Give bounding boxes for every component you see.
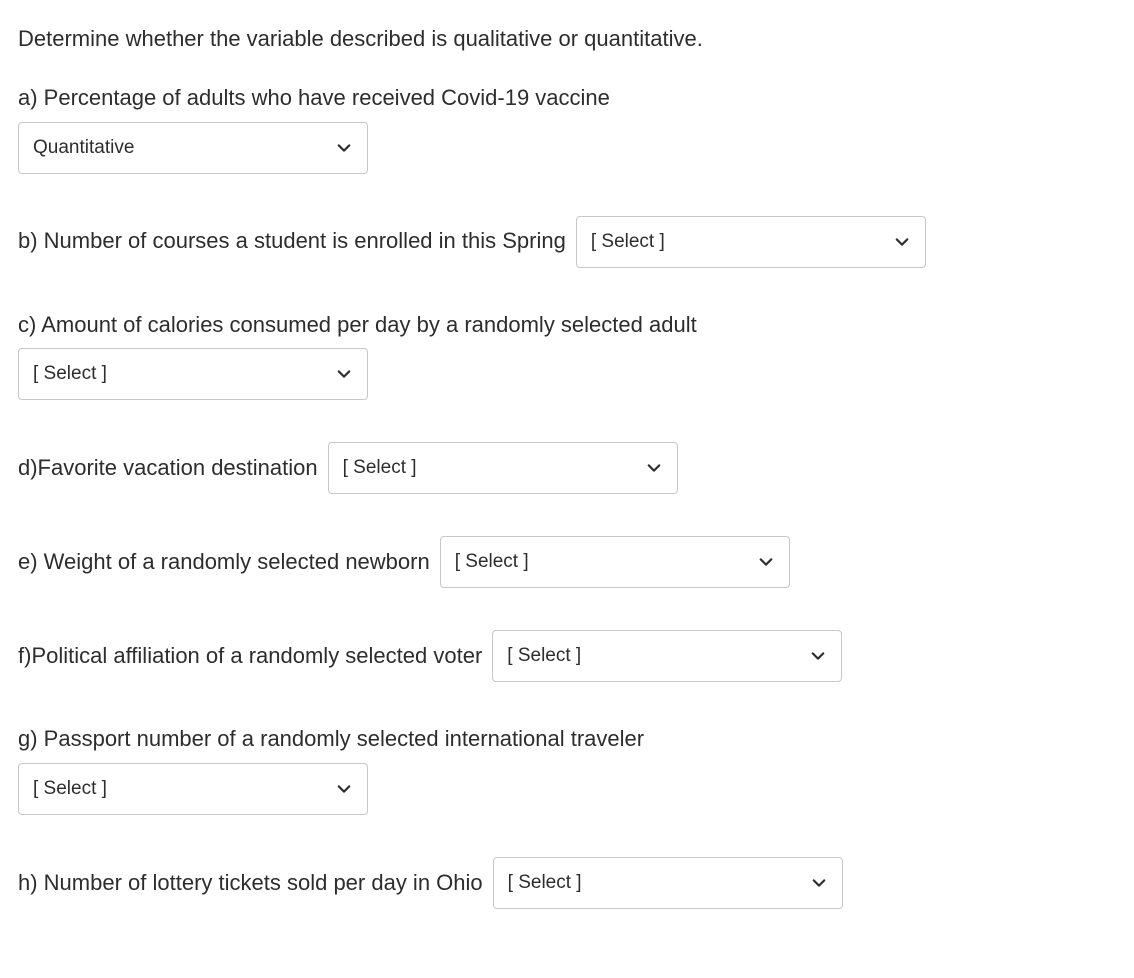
question-item-c: c) Amount of calories consumed per day b…	[18, 310, 1116, 401]
question-item-f: f)Political affiliation of a randomly se…	[18, 630, 1116, 682]
question-text-d: d)Favorite vacation destination	[18, 453, 318, 484]
chevron-down-icon	[647, 461, 661, 475]
question-container: Determine whether the variable described…	[18, 24, 1116, 909]
chevron-down-icon	[895, 235, 909, 249]
select-c[interactable]: [ Select ]	[18, 348, 368, 400]
select-value-a: Quantitative	[33, 137, 134, 159]
chevron-down-icon	[759, 555, 773, 569]
chevron-down-icon	[337, 141, 351, 155]
question-prompt: Determine whether the variable described…	[18, 24, 1116, 55]
select-value-c: [ Select ]	[33, 363, 107, 385]
question-text-h: h) Number of lottery tickets sold per da…	[18, 868, 483, 899]
chevron-down-icon	[337, 367, 351, 381]
question-text-g: g) Passport number of a randomly selecte…	[18, 724, 1116, 755]
select-value-g: [ Select ]	[33, 778, 107, 800]
question-item-h: h) Number of lottery tickets sold per da…	[18, 857, 1116, 909]
question-item-b: b) Number of courses a student is enroll…	[18, 216, 1116, 268]
question-text-f: f)Political affiliation of a randomly se…	[18, 641, 482, 672]
question-text-c: c) Amount of calories consumed per day b…	[18, 310, 1116, 341]
select-value-e: [ Select ]	[455, 551, 529, 573]
question-item-g: g) Passport number of a randomly selecte…	[18, 724, 1116, 815]
question-text-e: e) Weight of a randomly selected newborn	[18, 547, 430, 578]
select-h[interactable]: [ Select ]	[493, 857, 843, 909]
chevron-down-icon	[337, 782, 351, 796]
question-item-d: d)Favorite vacation destination [ Select…	[18, 442, 1116, 494]
select-a[interactable]: Quantitative	[18, 122, 368, 174]
chevron-down-icon	[812, 876, 826, 890]
select-f[interactable]: [ Select ]	[492, 630, 842, 682]
question-item-a: a) Percentage of adults who have receive…	[18, 83, 1116, 174]
question-text-a: a) Percentage of adults who have receive…	[18, 83, 1116, 114]
select-value-b: [ Select ]	[591, 231, 665, 253]
select-e[interactable]: [ Select ]	[440, 536, 790, 588]
select-value-h: [ Select ]	[508, 872, 582, 894]
select-value-d: [ Select ]	[343, 457, 417, 479]
select-b[interactable]: [ Select ]	[576, 216, 926, 268]
select-g[interactable]: [ Select ]	[18, 763, 368, 815]
chevron-down-icon	[811, 649, 825, 663]
question-item-e: e) Weight of a randomly selected newborn…	[18, 536, 1116, 588]
select-d[interactable]: [ Select ]	[328, 442, 678, 494]
select-value-f: [ Select ]	[507, 645, 581, 667]
question-text-b: b) Number of courses a student is enroll…	[18, 226, 566, 257]
